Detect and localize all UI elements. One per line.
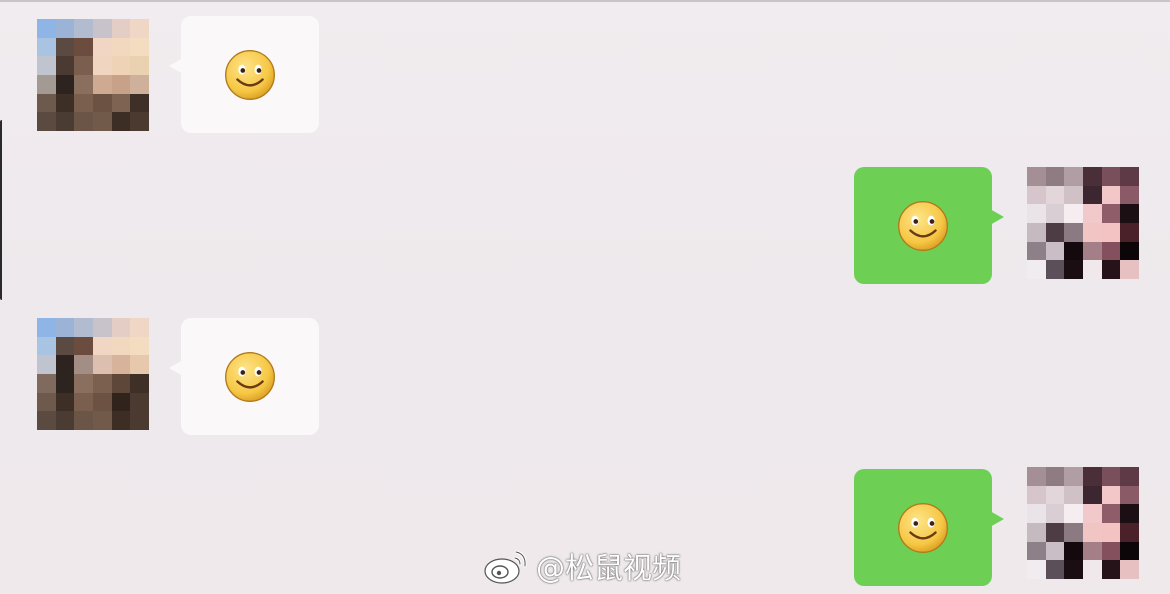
chat-window: @松鼠视频 <box>0 0 1170 594</box>
watermark: @松鼠视频 <box>482 542 681 590</box>
bubble-tail <box>990 511 1004 527</box>
outgoing-message-bubble[interactable] <box>854 469 1004 586</box>
smiley-emoji-icon <box>225 351 275 402</box>
my-avatar[interactable] <box>1027 467 1139 579</box>
bubble-tail <box>169 58 183 74</box>
incoming-message-bubble[interactable] <box>169 16 319 133</box>
watermark-text: @松鼠视频 <box>536 551 682 585</box>
bubble-tail <box>169 360 183 376</box>
bubble-tail <box>990 209 1004 225</box>
smiley-emoji-icon <box>898 200 948 251</box>
top-divider <box>0 0 1170 2</box>
incoming-message-bubble[interactable] <box>169 318 319 435</box>
outgoing-message-bubble[interactable] <box>854 167 1004 284</box>
weibo-logo-icon <box>484 550 527 584</box>
smiley-emoji-icon <box>898 502 948 553</box>
my-avatar[interactable] <box>1027 167 1139 279</box>
contact-avatar[interactable] <box>37 318 149 430</box>
smiley-emoji-icon <box>225 49 275 100</box>
contact-avatar[interactable] <box>37 19 149 131</box>
edge-shadow <box>0 120 6 300</box>
